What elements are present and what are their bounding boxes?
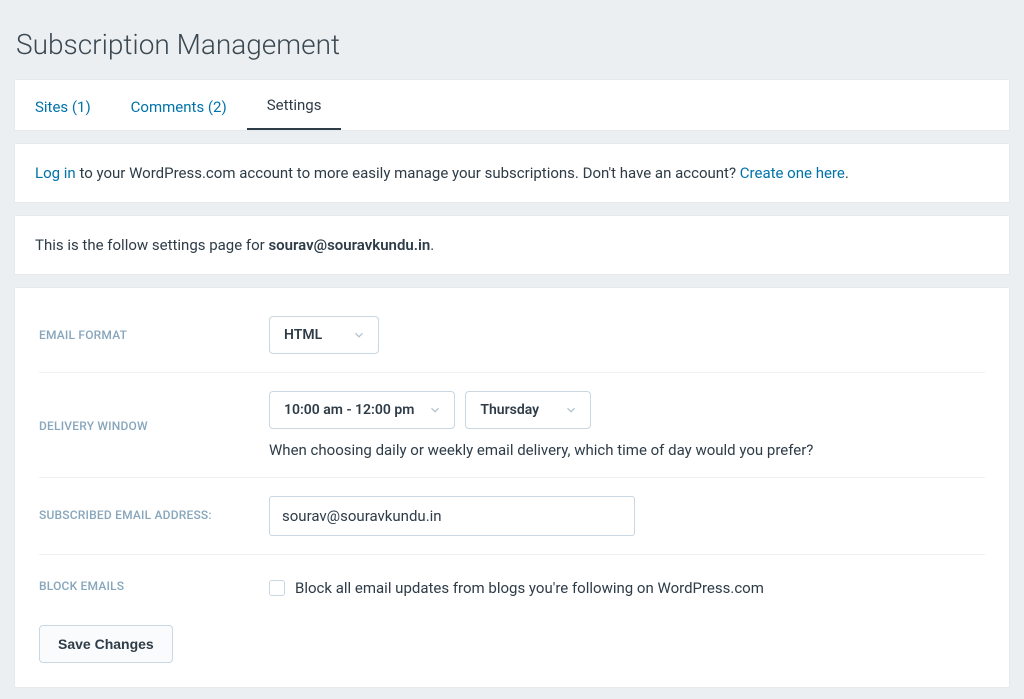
select-email-format[interactable]: HTML [269, 316, 379, 354]
tabs-panel: Sites (1) Comments (2) Settings [14, 79, 1010, 131]
delivery-window-helper: When choosing daily or weekly email deli… [269, 441, 985, 459]
settings-panel: EMAIL FORMAT HTML DELIVERY WINDOW 10:00 … [14, 287, 1010, 688]
tab-settings[interactable]: Settings [247, 80, 342, 130]
row-subscribed-email: SUBSCRIBED EMAIL ADDRESS: [39, 478, 985, 555]
label-block-emails: BLOCK EMAILS [39, 573, 269, 593]
follow-settings-email: sourav@souravkundu.in [268, 236, 430, 254]
save-changes-button[interactable]: Save Changes [39, 625, 173, 663]
chevron-down-icon [352, 328, 366, 342]
checkbox-block-emails[interactable] [269, 580, 285, 596]
select-delivery-day[interactable]: Thursday [465, 391, 591, 429]
label-subscribed-email: SUBSCRIBED EMAIL ADDRESS: [39, 496, 269, 522]
tabs-list: Sites (1) Comments (2) Settings [15, 80, 1009, 130]
row-delivery-window: DELIVERY WINDOW 10:00 am - 12:00 pm Thur… [39, 373, 985, 478]
tab-sites[interactable]: Sites (1) [35, 82, 111, 130]
chevron-down-icon [428, 403, 442, 417]
create-account-link[interactable]: Create one here [740, 164, 845, 182]
select-delivery-time[interactable]: 10:00 am - 12:00 pm [269, 391, 455, 429]
page-title: Subscription Management [16, 28, 1010, 61]
follow-settings-prefix: This is the follow settings page for [35, 236, 268, 254]
label-delivery-window: DELIVERY WINDOW [39, 391, 269, 433]
row-block-emails: BLOCK EMAILS Block all email updates fro… [39, 555, 985, 615]
row-email-format: EMAIL FORMAT HTML [39, 298, 985, 373]
login-notice: Log in to your WordPress.com account to … [14, 143, 1010, 203]
checkbox-block-emails-label: Block all email updates from blogs you'r… [295, 579, 764, 597]
select-email-format-value: HTML [284, 327, 322, 343]
input-subscribed-email[interactable] [269, 496, 635, 536]
login-notice-text: to your WordPress.com account to more ea… [76, 164, 740, 182]
select-delivery-time-value: 10:00 am - 12:00 pm [284, 402, 414, 418]
tab-comments[interactable]: Comments (2) [111, 82, 247, 130]
select-delivery-day-value: Thursday [480, 402, 539, 418]
follow-settings-suffix: . [430, 236, 434, 254]
label-email-format: EMAIL FORMAT [39, 316, 269, 342]
login-link[interactable]: Log in [35, 164, 76, 182]
follow-settings-notice: This is the follow settings page for sou… [14, 215, 1010, 275]
chevron-down-icon [564, 403, 578, 417]
login-notice-period: . [845, 164, 849, 182]
